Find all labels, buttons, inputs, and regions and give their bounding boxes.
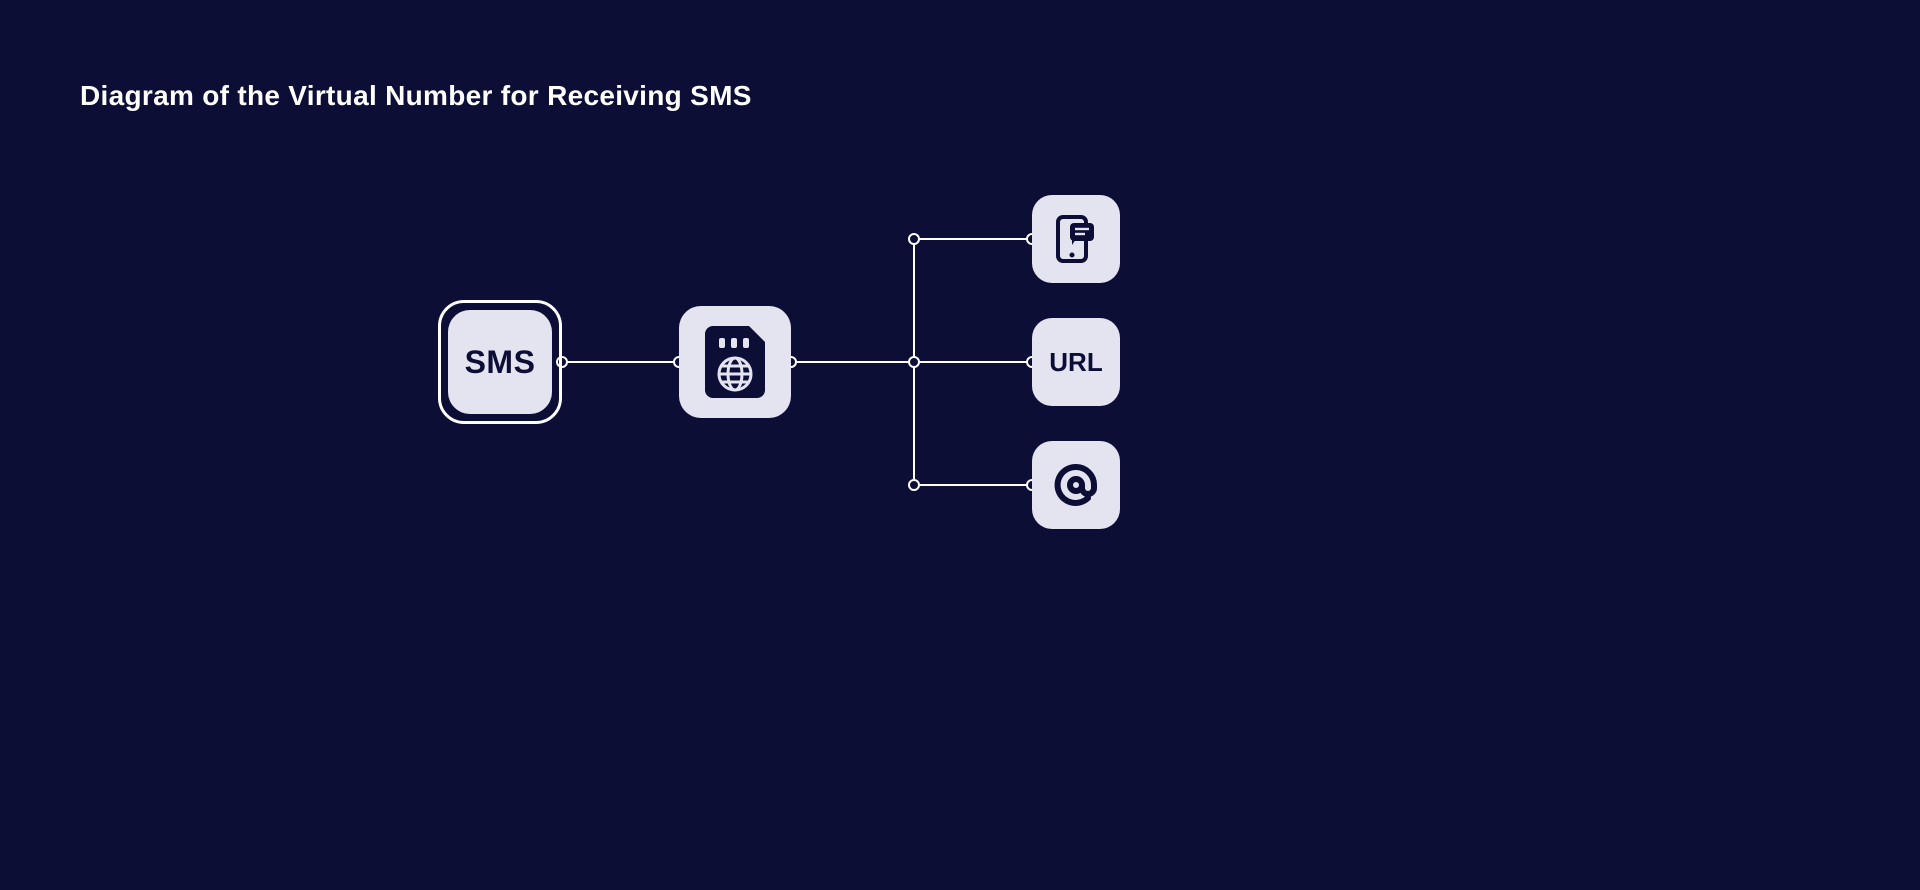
- phone-node: [1032, 195, 1120, 283]
- sms-node: SMS: [448, 310, 552, 414]
- sim-node: [679, 306, 791, 418]
- connector-dot: [908, 356, 920, 368]
- url-node: URL: [1032, 318, 1120, 406]
- phone-message-icon: [1056, 215, 1096, 263]
- email-node: [1032, 441, 1120, 529]
- connector-lines: [0, 0, 1920, 890]
- sms-label: SMS: [465, 344, 536, 381]
- at-icon: [1052, 461, 1100, 509]
- connector-dot: [908, 479, 920, 491]
- sim-globe-icon: [705, 326, 765, 398]
- connector-dot: [908, 233, 920, 245]
- url-label: URL: [1049, 347, 1102, 378]
